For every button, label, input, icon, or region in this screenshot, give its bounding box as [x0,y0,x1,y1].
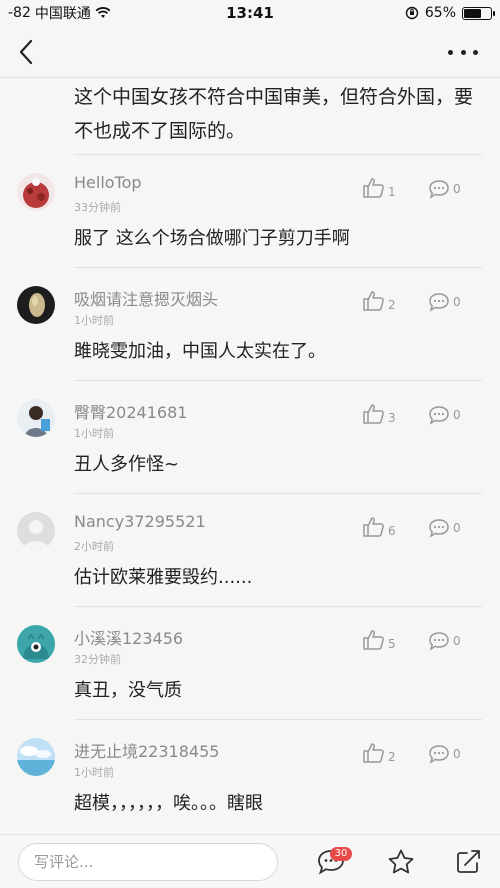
comment-content: 雎晓雯加油，中国人太实在了。 [74,341,326,362]
comment-time: 33分钟前 [74,201,121,214]
wifi-icon [95,7,111,18]
like-button[interactable]: 1 [362,177,396,199]
thumbs-up-icon [363,517,384,537]
comment-item: 小溪溪123456 32分钟前 5 0 真丑，没气质 [0,607,500,720]
bottom-toolbar: 写评论... 30 [0,834,500,888]
comment-bubble-icon [429,745,449,764]
username[interactable]: 吸烟请注意摁灭烟头 [74,286,218,310]
like-button[interactable]: 2 [362,742,396,764]
favorite-button[interactable] [386,848,416,876]
status-left: -82 中国联通 [8,3,111,23]
carrier-name: 中国联通 [34,6,91,22]
share-icon [457,850,480,873]
default-avatar-icon [17,512,55,550]
reply-count: 0 [453,634,461,648]
avatar-image [17,399,55,437]
like-count: 3 [388,411,396,425]
like-count: 2 [388,298,396,312]
reply-button[interactable]: 0 [428,179,461,199]
avatar[interactable] [17,173,55,211]
like-button[interactable]: 2 [362,290,396,312]
status-right: 65% [405,5,495,21]
reply-button[interactable]: 0 [428,744,461,764]
comment-bubble-icon [429,632,449,651]
battery-percent: 65% [424,5,456,21]
reply-count: 0 [453,747,461,761]
comment-bubble-icon [429,180,449,199]
avatar-image [17,625,55,663]
thumbs-up-icon [363,291,384,311]
reply-button[interactable]: 0 [428,292,461,312]
like-count: 1 [388,185,396,199]
comment-content: 估计欧莱雅要毁约...... [74,567,253,588]
avatar[interactable] [17,738,55,776]
more-dot [460,49,466,55]
reply-button[interactable]: 0 [428,405,461,425]
comment-item: 臀臀20241681 1小时前 3 0 丑人多作怪~ [0,381,500,494]
like-button[interactable]: 3 [362,403,396,425]
more-dot [473,49,478,55]
like-button[interactable]: 5 [362,629,396,651]
reply-count: 0 [453,408,461,422]
avatar-image [17,173,55,211]
comment-bubble-icon [429,293,449,312]
share-button[interactable] [454,848,484,876]
avatar-image [17,738,55,776]
like-count: 6 [388,524,396,538]
thumbs-up-icon [363,743,384,763]
comment-bubble-icon [429,519,449,538]
comment-time: 2小时前 [74,540,114,553]
comment-content: 真丑，没气质 [74,680,182,701]
comment-content: 服了 这么个场合做哪门子剪刀手啊 [74,228,350,249]
chevron-left-icon [19,39,33,65]
comment-item: 吸烟请注意摁灭烟头 1小时前 2 0 雎晓雯加油，中国人太实在了。 [0,268,500,381]
more-options-button[interactable] [448,40,478,64]
comment-item: HelloTop 33分钟前 1 0 服了 这么个场合做哪门子剪刀手啊 [0,155,500,268]
username[interactable]: 臀臀20241681 [74,399,187,423]
avatar-image [17,286,55,324]
more-dot [448,49,453,55]
comment-time: 1小时前 [74,314,114,327]
orientation-lock-icon [405,6,419,20]
reply-button[interactable]: 0 [428,518,461,538]
like-count: 2 [388,750,396,764]
comment-feed[interactable]: 这个中国女孩不符合中国审美，但符合外国，要不也成不了国际的。 HelloTop … [0,78,500,834]
reply-count: 0 [453,182,461,196]
comment-bubble-icon [429,406,449,425]
comment-input[interactable]: 写评论... [18,843,278,881]
comment-count-badge: 30 [330,847,352,861]
comment-item: Nancy37295521 2小时前 6 0 估计欧莱雅要毁约...... [0,494,500,607]
battery-icon [462,6,495,20]
thumbs-up-icon [363,178,384,198]
like-button[interactable]: 6 [362,516,396,538]
avatar[interactable] [17,625,55,663]
avatar[interactable] [17,286,55,324]
star-icon [388,849,414,874]
comment-time: 1小时前 [74,766,114,779]
avatar[interactable] [17,399,55,437]
avatar[interactable] [17,512,55,550]
reply-count: 0 [453,521,461,535]
back-button[interactable] [14,38,40,66]
signal-strength: -82 [8,5,31,21]
username[interactable]: HelloTop [74,173,142,192]
username[interactable]: 进无止境22318455 [74,738,219,762]
like-count: 5 [388,637,396,651]
comment-time: 32分钟前 [74,653,121,666]
comment-item: 进无止境22318455 1小时前 2 0 超模，，，，，，唉。。。瞎眼 [0,720,500,833]
comment-content: 超模，，，，，，唉。。。瞎眼 [74,793,263,814]
status-bar: -82 中国联通 13:41 65% [0,0,500,26]
thumbs-up-icon [363,630,384,650]
comment-content: 丑人多作怪~ [74,454,180,475]
comment-content: 这个中国女孩不符合中国审美，但符合外国，要不也成不了国际的。 [74,86,474,142]
battery-fill [464,8,481,18]
reply-button[interactable]: 0 [428,631,461,651]
username[interactable]: Nancy37295521 [74,512,206,531]
nav-bar [0,26,500,78]
username[interactable]: 小溪溪123456 [74,625,183,649]
reply-count: 0 [453,295,461,309]
comment-time: 1小时前 [74,427,114,440]
thumbs-up-icon [363,404,384,424]
